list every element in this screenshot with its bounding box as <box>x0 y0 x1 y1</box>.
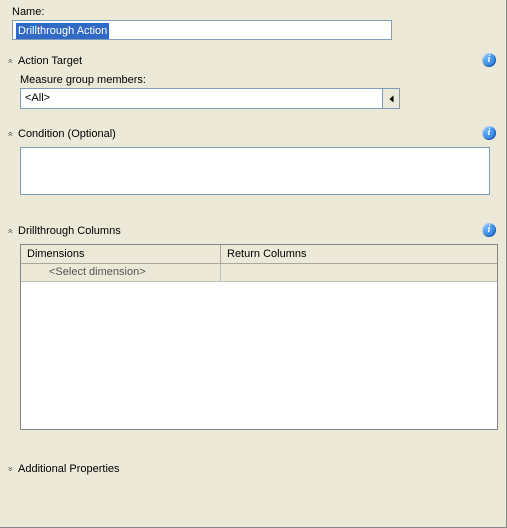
grid-header-row: Dimensions Return Columns <box>21 245 497 264</box>
section-body-drill-columns: Dimensions Return Columns <Select dimens… <box>2 242 504 436</box>
column-header-return-columns[interactable]: Return Columns <box>221 245 497 263</box>
info-icon[interactable]: i <box>482 126 496 140</box>
return-columns-cell[interactable] <box>221 264 497 282</box>
name-input-value: Drillthrough Action <box>16 23 109 39</box>
drill-columns-grid: Dimensions Return Columns <Select dimens… <box>20 244 498 430</box>
measure-group-label: Measure group members: <box>20 74 494 86</box>
table-row[interactable]: <Select dimension> <box>21 264 497 282</box>
info-icon[interactable]: i <box>482 53 496 67</box>
name-label: Name: <box>12 6 498 18</box>
name-field: Name: Drillthrough Action <box>2 2 504 42</box>
section-header-action-target[interactable]: « Action Target i <box>2 50 504 72</box>
chevron-down-icon: » <box>6 464 16 474</box>
measure-group-select[interactable]: <All> <box>20 88 400 109</box>
section-body-condition <box>2 145 504 204</box>
section-header-drill-columns[interactable]: « Drillthrough Columns i <box>2 220 504 242</box>
chevron-up-icon: « <box>6 129 16 139</box>
section-title-additional: Additional Properties <box>18 463 120 475</box>
section-title-condition: Condition (Optional) <box>18 128 116 140</box>
section-header-additional[interactable]: » Additional Properties <box>2 458 504 480</box>
section-title-drill-columns: Drillthrough Columns <box>18 225 121 237</box>
chevron-down-icon <box>389 95 393 102</box>
measure-group-value: <All> <box>21 89 382 108</box>
dimension-cell[interactable]: <Select dimension> <box>21 264 221 282</box>
condition-input[interactable] <box>20 147 490 195</box>
section-body-action-target: Measure group members: <All> <box>2 72 504 115</box>
column-header-dimensions[interactable]: Dimensions <box>21 245 221 263</box>
info-icon[interactable]: i <box>482 223 496 237</box>
name-input[interactable]: Drillthrough Action <box>12 20 392 40</box>
section-header-condition[interactable]: « Condition (Optional) i <box>2 123 504 145</box>
properties-panel: Name: Drillthrough Action « Action Targe… <box>0 0 507 528</box>
dropdown-button[interactable] <box>382 89 399 108</box>
section-title-action-target: Action Target <box>18 55 82 67</box>
grid-body: <Select dimension> <box>21 264 497 429</box>
chevron-up-icon: « <box>6 56 16 66</box>
chevron-up-icon: « <box>6 226 16 236</box>
